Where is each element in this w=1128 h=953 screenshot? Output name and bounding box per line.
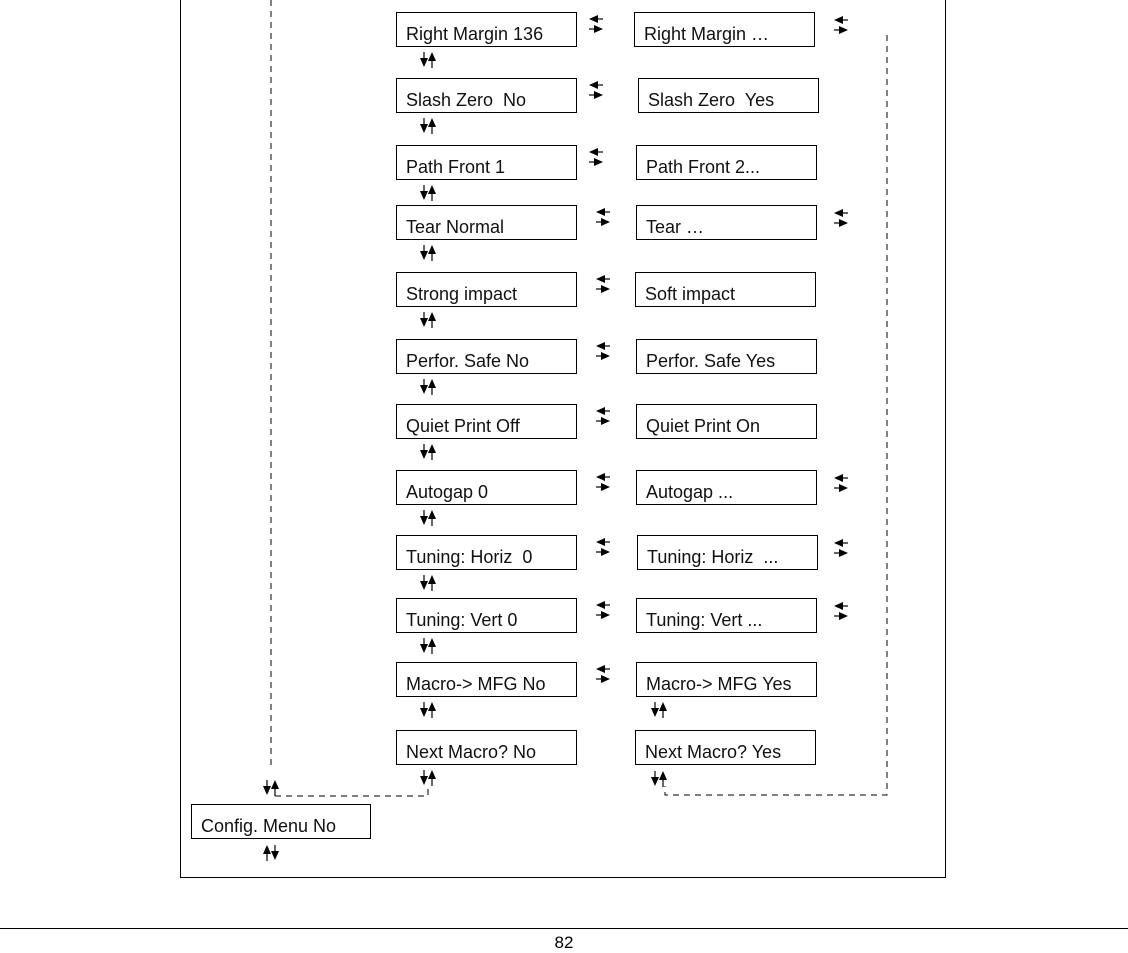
footer-rule	[0, 928, 1128, 929]
left-right-arrows-icon	[596, 601, 610, 619]
up-down-arrows-icon	[420, 312, 436, 328]
left-right-arrows-icon	[589, 15, 603, 33]
left-right-arrows-icon	[589, 81, 603, 99]
menu-box-right: Tuning: Vert ...	[636, 598, 817, 633]
menu-box-right: Quiet Print On	[636, 404, 817, 439]
page-number: 82	[554, 933, 574, 952]
up-down-arrows-icon	[263, 845, 279, 861]
left-right-arrows-icon	[834, 16, 848, 34]
up-down-arrows-icon	[420, 702, 436, 718]
left-right-arrows-icon	[589, 148, 603, 166]
left-right-arrows-icon	[834, 474, 848, 492]
menu-box-right: Tear …	[636, 205, 817, 240]
menu-box-right: Right Margin …	[634, 12, 815, 47]
menu-box-config-menu: Config. Menu No	[191, 804, 371, 839]
left-right-arrows-icon	[596, 538, 610, 556]
left-right-arrows-icon	[596, 342, 610, 360]
left-right-arrows-icon	[834, 539, 848, 557]
left-right-arrows-icon	[596, 473, 610, 491]
menu-box-left: Path Front 1	[396, 145, 577, 180]
up-down-arrows-icon	[420, 52, 436, 68]
menu-box-right: Autogap ...	[636, 470, 817, 505]
menu-box-left: Quiet Print Off	[396, 404, 577, 439]
up-down-arrows-icon	[420, 185, 436, 201]
menu-box-left: Tear Normal	[396, 205, 577, 240]
menu-box-left: Strong impact	[396, 272, 577, 307]
menu-box-left: Macro-> MFG No	[396, 662, 577, 697]
left-right-arrows-icon	[596, 275, 610, 293]
menu-box-left: Right Margin 136	[396, 12, 577, 47]
menu-box-right: Path Front 2...	[636, 145, 817, 180]
left-right-arrows-icon	[596, 665, 610, 683]
menu-box-right: Next Macro? Yes	[635, 730, 816, 765]
up-down-arrows-icon	[420, 575, 436, 591]
left-right-arrows-icon	[834, 602, 848, 620]
up-down-arrows-icon	[420, 510, 436, 526]
up-down-arrows-icon	[420, 245, 436, 261]
menu-box-left: Perfor. Safe No	[396, 339, 577, 374]
menu-box-right: Perfor. Safe Yes	[636, 339, 817, 374]
menu-box-left: Next Macro? No	[396, 730, 577, 765]
menu-box-right: Slash Zero Yes	[638, 78, 819, 113]
up-down-arrows-icon	[420, 379, 436, 395]
exit-connector-no	[275, 784, 429, 797]
left-right-arrows-icon	[596, 407, 610, 425]
up-down-arrows-icon	[420, 444, 436, 460]
up-down-arrows-icon	[263, 780, 279, 796]
up-down-arrows-icon	[420, 118, 436, 134]
up-down-arrows-icon	[651, 702, 667, 718]
left-right-arrows-icon	[596, 208, 610, 226]
menu-box-right: Soft impact	[635, 272, 816, 307]
menu-box-left: Autogap 0	[396, 470, 577, 505]
up-down-arrows-icon	[420, 770, 436, 786]
menu-box-right: Macro-> MFG Yes	[636, 662, 817, 697]
left-right-arrows-icon	[834, 209, 848, 227]
menu-box-left: Tuning: Vert 0	[396, 598, 577, 633]
up-down-arrows-icon	[651, 771, 667, 787]
menu-box-right: Tuning: Horiz ...	[637, 535, 818, 570]
menu-box-left: Slash Zero No	[396, 78, 577, 113]
up-down-arrows-icon	[420, 638, 436, 654]
menu-box-left: Tuning: Horiz 0	[396, 535, 577, 570]
